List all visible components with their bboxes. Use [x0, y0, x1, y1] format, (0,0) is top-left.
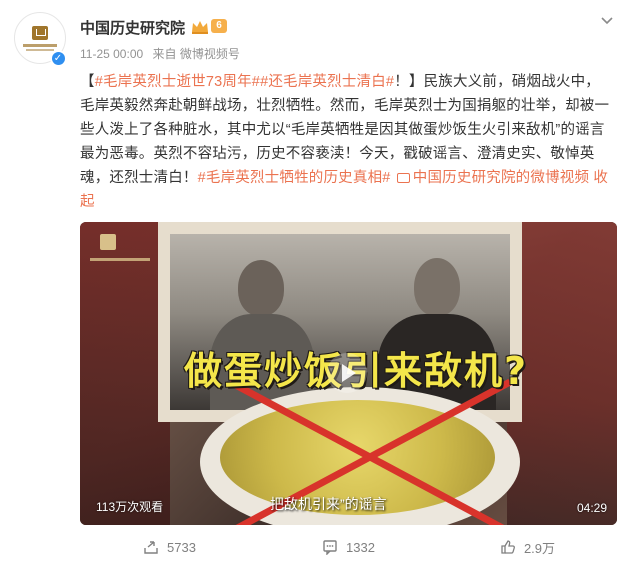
avatar-logo-text-line	[26, 48, 54, 51]
level-badge: 6	[211, 19, 227, 33]
like-count: 2.9万	[523, 540, 556, 556]
channel-logo-icon	[96, 232, 120, 256]
verified-badge-icon: ✓	[50, 50, 66, 66]
avatar-logo-icon	[32, 25, 48, 40]
action-bar: 5733 1332 2.9万	[80, 534, 617, 560]
share-count: 5733	[167, 539, 196, 555]
video-link[interactable]: 中国历史研究院的微博视频	[395, 170, 589, 186]
share-button[interactable]: 5733	[80, 534, 259, 560]
video-link-label: 中国历史研究院的微博视频	[412, 170, 590, 186]
thumbs-up-icon	[501, 540, 515, 554]
more-options-chevron-icon[interactable]	[597, 12, 617, 32]
video-subtitle: 把敌机引来”的谣言	[270, 496, 387, 512]
share-icon	[144, 541, 158, 554]
comment-icon	[323, 540, 337, 555]
video-icon	[396, 173, 410, 183]
post-time[interactable]: 11-25 00:00	[80, 47, 143, 61]
hashtag-link[interactable]: #毛岸英烈士逝世73周年#	[95, 74, 260, 90]
author-name[interactable]: 中国历史研究院	[80, 17, 185, 38]
like-button[interactable]: 2.9万	[438, 534, 617, 560]
video-player[interactable]: 做蛋炒饭引来敌机? 把敌机引来”的谣言 113万次观看 04:29	[80, 222, 617, 525]
view-count: 113万次观看	[96, 500, 164, 514]
play-icon[interactable]	[327, 353, 367, 393]
weibo-post-card: ✓ 中国历史研究院 6 11-25 00:00 来自 微博视频号 【#毛岸英烈士…	[0, 0, 633, 567]
channel-logo-text	[90, 258, 150, 261]
post-text: 【#毛岸英烈士逝世73周年##还毛岸英烈士清白#！】民族大义前，硝烟战火中，毛岸…	[80, 70, 610, 214]
comment-count: 1332	[346, 539, 375, 555]
crown-badge-icon	[192, 21, 208, 34]
comment-button[interactable]: 1332	[259, 534, 438, 560]
video-wall-left	[80, 222, 170, 525]
hashtag-link[interactable]: #还毛岸英烈士清白#	[260, 74, 394, 90]
hashtag-link[interactable]: #毛岸英烈士牺牲的历史真相#	[198, 170, 391, 186]
post-source: 来自 微博视频号	[152, 47, 240, 61]
avatar-logo-text-line	[23, 43, 57, 47]
post-meta: 11-25 00:00 来自 微博视频号	[80, 45, 246, 62]
post-open-bracket: 【	[80, 74, 95, 90]
video-duration: 04:29	[576, 501, 607, 515]
